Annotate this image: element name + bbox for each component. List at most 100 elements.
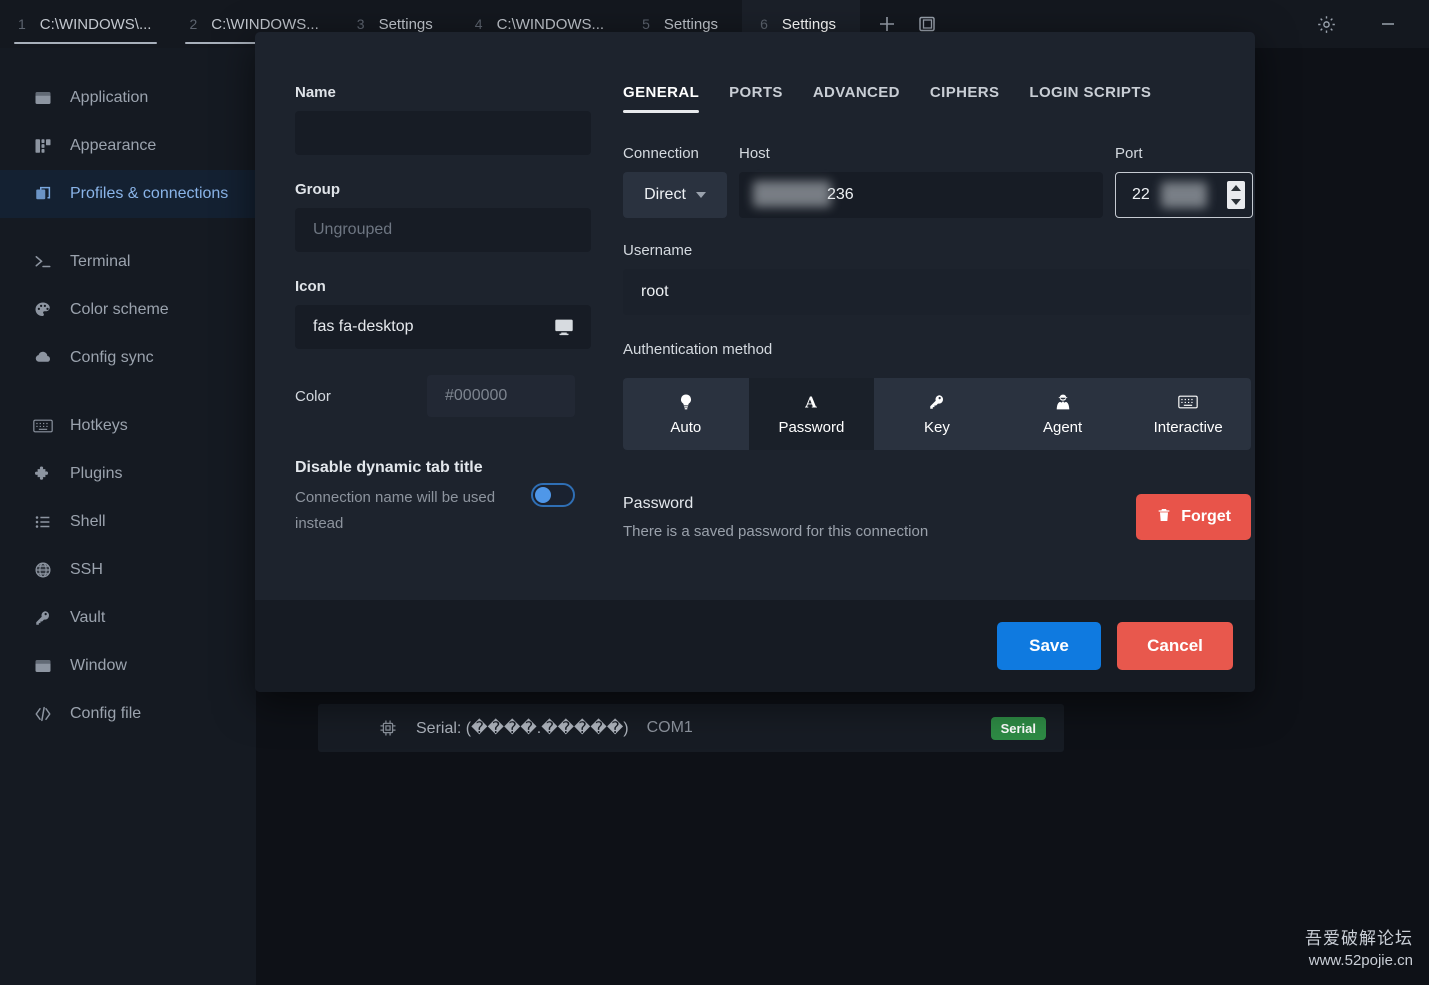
sidebar-item-shell[interactable]: Shell [0,498,256,546]
connection-list-row[interactable]: Serial: (����.�����) COM1 Serial [318,704,1064,752]
color-input[interactable] [427,375,575,417]
stepper-up-icon[interactable] [1231,185,1241,191]
host-input[interactable] [739,172,1103,218]
lightbulb-icon [677,392,695,412]
name-label: Name [295,84,575,101]
app-root: 1C:\WINDOWS\...2C:\WINDOWS...3Settings4C… [0,0,1429,985]
auth-option-label: Agent [1043,419,1082,436]
toggle-knob [535,487,551,503]
cancel-button[interactable]: Cancel [1117,622,1233,670]
sidebar-item-config-sync[interactable]: Config sync [0,334,256,382]
tab-number: 5 [642,16,650,32]
port-stepper[interactable] [1227,181,1245,209]
password-description: There is a saved password for this conne… [623,523,928,540]
cloud-icon [32,348,54,368]
sidebar-item-profiles-connections[interactable]: Profiles & connections [0,170,256,218]
auth-option-label: Interactive [1154,419,1223,436]
code-icon [32,704,54,724]
status-badge: Serial [991,717,1046,740]
sidebar-item-color-scheme[interactable]: Color scheme [0,286,256,334]
group-input[interactable] [295,208,591,252]
tab-number: 3 [357,16,365,32]
tab-advanced[interactable]: ADVANCED [813,84,900,113]
connection-field-group: Connection Direct [623,145,727,218]
sidebar-item-label: Config sync [70,349,154,367]
sidebar-item-plugins[interactable]: Plugins [0,450,256,498]
sidebar-item-application[interactable]: Application [0,74,256,122]
auth-option-interactive[interactable]: Interactive [1125,378,1251,450]
tab-general[interactable]: GENERAL [623,84,699,113]
tab-activity-underline [14,42,157,44]
sidebar-item-label: Vault [70,609,105,627]
username-field-group: Username [623,242,1253,315]
color-field-group: Color [295,375,575,417]
modal-tabs: GENERAL PORTS ADVANCED CIPHERS LOGIN SCRIPTS [623,84,1253,113]
dynamic-tab-title-group: Disable dynamic tab title Connection nam… [295,459,575,536]
window-icon [32,88,54,108]
minimize-icon[interactable] [1371,7,1405,41]
tab-ciphers[interactable]: CIPHERS [930,84,999,113]
tab-number: 1 [18,16,26,32]
desktop-icon [553,316,575,338]
group-field-group: Group [295,181,575,252]
svg-text:A: A [805,393,818,411]
terminal-prompt-icon [32,252,54,272]
globe-icon [32,560,54,580]
name-input[interactable] [295,111,591,155]
profile-basic-column: Name Group Icon [275,84,595,580]
clone-icon [32,184,54,204]
sidebar-item-vault[interactable]: Vault [0,594,256,642]
tab-number: 6 [760,16,768,32]
keyboard-icon [1178,392,1198,412]
window-tab-1[interactable]: 1 C:\WINDOWS\... [0,0,171,48]
icon-input[interactable] [295,305,591,349]
auth-option-password[interactable]: A Password [749,378,875,450]
connection-row-name: Serial: (����.�����) [416,718,629,738]
auth-option-key[interactable]: Key [874,378,1000,450]
disable-dynamic-tab-title-toggle[interactable] [531,483,575,507]
tab-label: C:\WINDOWS... [211,16,319,33]
user-secret-icon [1054,392,1072,412]
tab-ports[interactable]: PORTS [729,84,783,113]
sidebar-item-label: Color scheme [70,301,169,319]
tab-label: C:\WINDOWS\... [40,16,152,33]
letter-a-icon: A [802,392,820,412]
auth-option-auto[interactable]: Auto [623,378,749,450]
stepper-down-icon[interactable] [1231,199,1241,205]
sidebar-divider [0,382,256,402]
forget-password-button[interactable]: Forget [1136,494,1251,540]
save-button[interactable]: Save [997,622,1101,670]
password-title: Password [623,495,928,513]
auth-method-group: Authentication method AutoAPasswordKeyAg… [623,341,1253,450]
sidebar-item-hotkeys[interactable]: Hotkeys [0,402,256,450]
sidebar-item-appearance[interactable]: Appearance [0,122,256,170]
key-icon [928,392,946,412]
window-icon [32,656,54,676]
connection-host-port-row: Connection Direct Host [623,145,1253,218]
watermark: 吾爱破解论坛 www.52pojie.cn [1305,928,1413,971]
sidebar-item-label: Hotkeys [70,417,128,435]
palette-swatch-icon [32,136,54,156]
sidebar-item-config-file[interactable]: Config file [0,690,256,738]
sidebar-item-window[interactable]: Window [0,642,256,690]
host-field-group: Host [739,145,1103,218]
watermark-line2: www.52pojie.cn [1305,951,1413,971]
icon-field-group: Icon [295,278,575,349]
connection-type-value: Direct [644,186,686,204]
auth-option-label: Password [778,419,844,436]
tab-login-scripts[interactable]: LOGIN SCRIPTS [1029,84,1151,113]
microchip-icon [378,718,398,738]
sidebar-item-ssh[interactable]: SSH [0,546,256,594]
puzzle-piece-icon [32,464,54,484]
watermark-line1: 吾爱破解论坛 [1305,928,1413,951]
auth-option-agent[interactable]: Agent [1000,378,1126,450]
gear-icon[interactable] [1309,7,1343,41]
sidebar-item-terminal[interactable]: Terminal [0,238,256,286]
username-input[interactable] [623,269,1251,315]
name-field-group: Name [295,84,575,155]
connection-type-select[interactable]: Direct [623,172,727,218]
chevron-down-icon [696,192,706,198]
sidebar-item-label: Window [70,657,127,675]
sidebar-item-label: Shell [70,513,106,531]
auth-method-options: Auto A Password Key Agent Interactive [623,378,1251,450]
